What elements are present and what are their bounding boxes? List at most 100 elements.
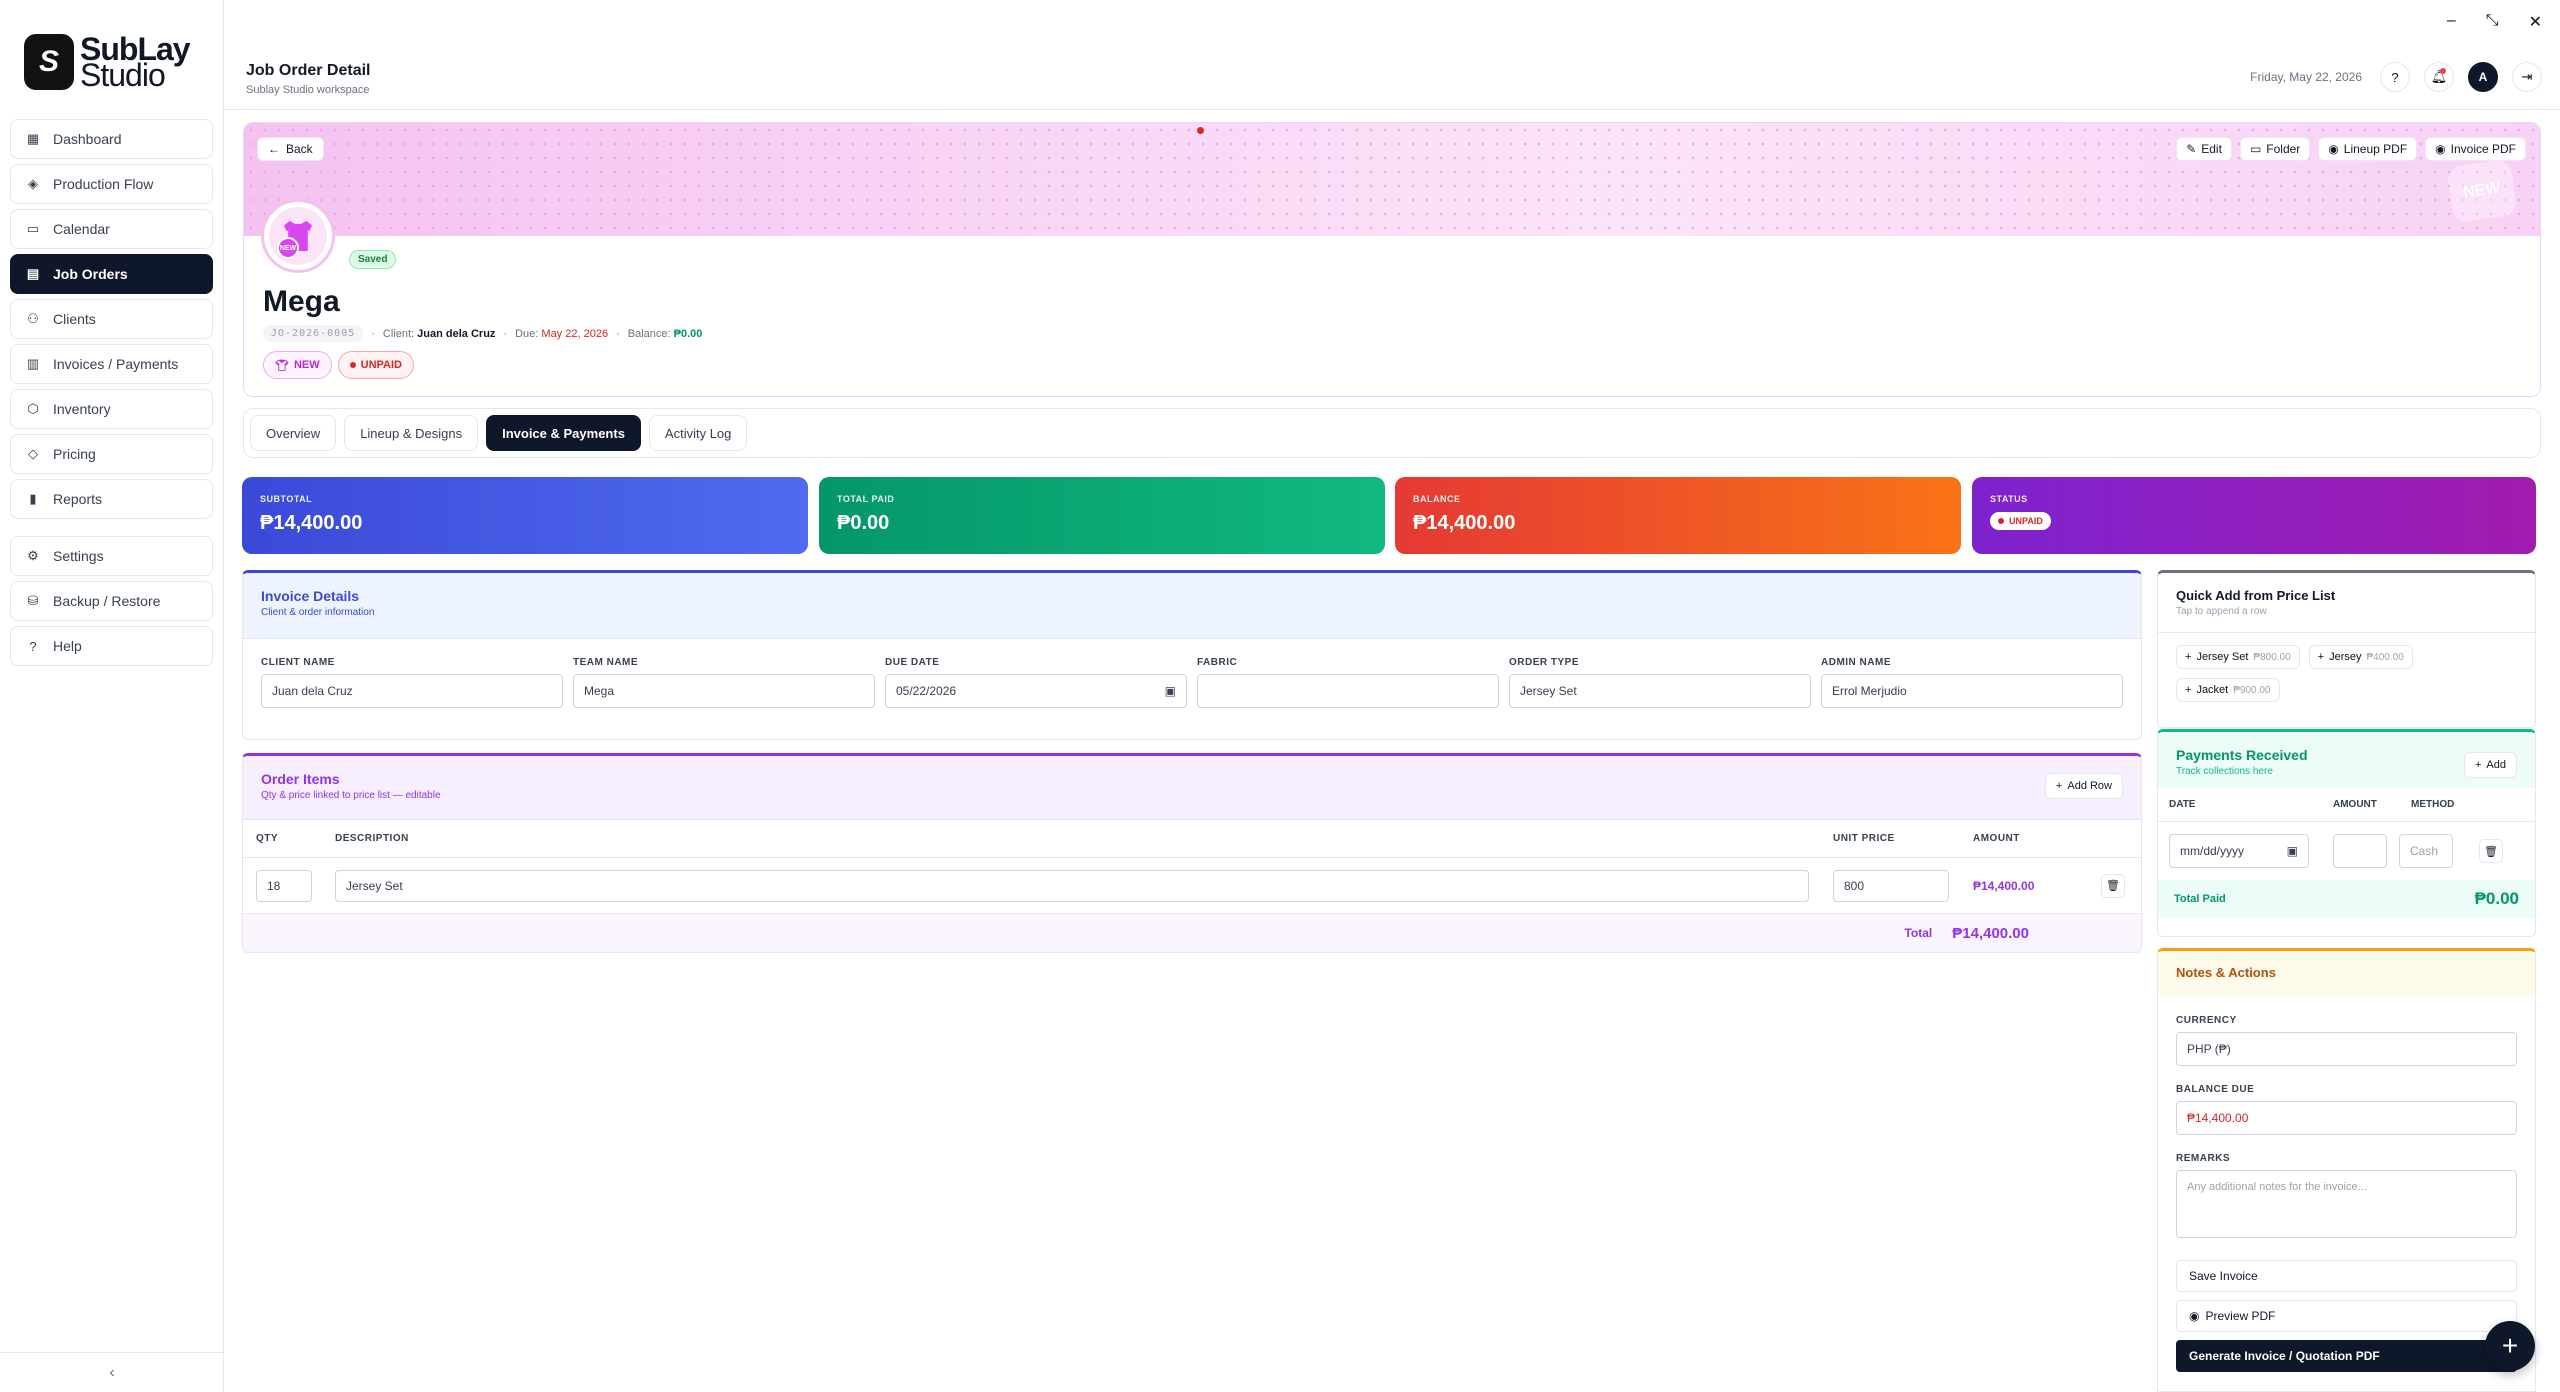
total-paid-card: TOTAL PAID ₱0.00 (819, 477, 1385, 554)
help-icon: ? (2391, 69, 2399, 85)
invoice-pdf-button[interactable]: ◉ Invoice PDF (2425, 137, 2526, 161)
add-row-button[interactable]: + Add Row (2044, 773, 2123, 799)
sidebar-item-clients[interactable]: ⚇ Clients (10, 299, 213, 339)
status-badge-unpaid[interactable]: UNPAID (337, 351, 414, 379)
users-icon: ⚇ (27, 311, 39, 326)
help-button[interactable]: ? (2380, 62, 2410, 92)
generate-pdf-button[interactable]: Generate Invoice / Quotation PDF (2176, 1340, 2517, 1372)
qty-input[interactable]: 18 (256, 869, 312, 902)
plus-icon: + (2055, 780, 2063, 792)
sidebar-item-label: Inventory (53, 401, 111, 417)
notifications-button[interactable]: 🔔︎ (2424, 62, 2454, 92)
close-icon[interactable]: ✕ (2529, 12, 2542, 32)
app-logo[interactable]: S SubLay Studio (24, 33, 191, 91)
topbar: – ⤡ ✕ Job Order Detail Sublay Studio wor… (224, 0, 2560, 110)
user-avatar[interactable]: A (2468, 62, 2498, 92)
tab-lineup-designs[interactable]: Lineup & Designs (344, 415, 479, 451)
gear-icon: ⚙ (27, 548, 39, 563)
saved-badge: Saved (349, 250, 397, 269)
quick-add-jersey-set[interactable]: + Jersey Set ₱800.00 (2176, 645, 2300, 669)
fabric-field[interactable] (1197, 674, 1499, 708)
logout-icon: ⇥ (2521, 69, 2533, 84)
balance-card: BALANCE ₱14,400.00 (1395, 477, 1961, 554)
due-date-field[interactable]: 05/22/2026 ▣ (885, 674, 1187, 708)
sidebar-item-label: Help (53, 638, 82, 654)
sidebar-item-dashboard[interactable]: ▦ Dashboard (10, 119, 213, 159)
eye-icon: ◉ (2435, 142, 2446, 156)
sidebar-item-label: Invoices / Payments (53, 356, 179, 372)
current-date: Friday, May 22, 2026 (2250, 70, 2362, 84)
sidebar-item-label: Dashboard (53, 131, 122, 147)
payment-method-input[interactable]: Cash (2399, 834, 2453, 868)
sidebar: S SubLay Studio ▦ Dashboard ◈ Production F… (0, 0, 224, 1392)
sidebar-item-label: Job Orders (53, 266, 128, 282)
invoice-details-card: Invoice Details Client & order informati… (242, 570, 2142, 740)
status-badge-new[interactable]: 👕︎ NEW (263, 351, 332, 379)
logout-button[interactable]: ⇥ (2512, 62, 2542, 92)
tab-overview[interactable]: Overview (250, 415, 337, 451)
add-payment-button[interactable]: + Add (2463, 752, 2517, 778)
folder-button[interactable]: ▭ Folder (2239, 137, 2311, 161)
sidebar-item-pricing[interactable]: ◇ Pricing (10, 434, 213, 474)
sidebar-item-backup[interactable]: ⛁ Backup / Restore (10, 581, 213, 621)
detail-tabs: Overview Lineup & Designs Invoice & Paym… (243, 408, 2541, 458)
eye-icon: ◉ (2189, 1309, 2200, 1323)
admin-name-field[interactable]: Errol Merjudio (1821, 674, 2123, 708)
grid-icon: ▦ (26, 131, 40, 146)
balance-card-value: ₱14,400.00 (1413, 512, 1516, 534)
sidebar-collapse-button[interactable]: ‹ (0, 1352, 224, 1392)
unit-price-input[interactable]: 800 (1833, 869, 1949, 902)
preview-pdf-button[interactable]: ◉ Preview PDF (2176, 1300, 2517, 1332)
payment-date-input[interactable]: mm/dd/yyyy ▣ (2169, 834, 2309, 868)
client-name-field[interactable]: Juan dela Cruz (261, 674, 563, 708)
job-title: Mega (263, 285, 340, 318)
remarks-textarea[interactable]: Any additional notes for the invoice... (2176, 1170, 2517, 1238)
sidebar-item-help[interactable]: ? Help (10, 626, 213, 666)
order-total: Total ₱14,400.00 (243, 914, 2141, 952)
calendar-icon: ▣ (2286, 844, 2298, 858)
calendar-icon[interactable]: ▣ (1165, 684, 1176, 698)
sidebar-item-calendar[interactable]: ▭ Calendar (10, 209, 213, 249)
sidebar-item-production-flow[interactable]: ◈ Production Flow (10, 164, 213, 204)
order-type-field[interactable]: Jersey Set (1509, 674, 1811, 708)
back-button[interactable]: ← Back (257, 137, 324, 161)
balance-due-field[interactable]: ₱14,400.00 (2176, 1101, 2517, 1135)
quick-add-jersey[interactable]: + Jersey ₱400.00 (2308, 645, 2413, 669)
team-name-field[interactable]: Mega (573, 674, 875, 708)
database-icon: ⛁ (27, 593, 39, 608)
folder-icon: ▭ (2249, 142, 2262, 156)
quick-add-jacket[interactable]: + Jacket ₱900.00 (2176, 678, 2280, 702)
page-title: Job Order Detail (246, 62, 371, 79)
currency-field[interactable]: PHP (₱) (2176, 1032, 2517, 1066)
total-paid-value: ₱0.00 (837, 512, 890, 534)
order-items-title: Order Items (261, 771, 340, 787)
delete-row-button[interactable]: 🗑︎ (2101, 873, 2125, 898)
status-pills: 👕︎ NEW UNPAID (263, 351, 414, 379)
sidebar-item-label: Reports (53, 491, 103, 507)
help-icon: ? (29, 638, 37, 654)
sidebar-item-settings[interactable]: ⚙ Settings (10, 536, 213, 576)
restore-icon[interactable]: ⤡ (2486, 12, 2499, 32)
jersey-icon: 👕︎ (275, 359, 289, 372)
payment-amount-input[interactable] (2333, 834, 2387, 868)
subtotal-card: SUBTOTAL ₱14,400.00 (242, 477, 808, 554)
description-input[interactable]: Jersey Set (335, 869, 1809, 902)
save-invoice-button[interactable]: Save Invoice (2176, 1260, 2517, 1292)
sidebar-item-reports[interactable]: ▮ Reports (10, 479, 213, 519)
subtotal-value: ₱14,400.00 (260, 512, 363, 534)
sidebar-item-job-orders[interactable]: ▤ Job Orders (10, 254, 213, 294)
tab-invoice-payments[interactable]: Invoice & Payments (486, 415, 641, 451)
sidebar-item-inventory[interactable]: ⬡ Inventory (10, 389, 213, 429)
lineup-pdf-button[interactable]: ◉ Lineup PDF (2318, 137, 2418, 161)
order-total-value: ₱14,400.00 (1952, 924, 2029, 942)
floating-add-button[interactable]: + (2485, 1321, 2535, 1371)
delete-payment-button[interactable]: 🗑︎ (2479, 839, 2503, 863)
job-meta: JO-2026-0005 · Client: Juan dela Cruz · … (263, 325, 702, 342)
tab-activity-log[interactable]: Activity Log (648, 415, 748, 451)
job-order-header: ← Back ✎ Edit ▭ Folder ◉ Lineup PDF ◉ Invoice… (243, 122, 2541, 397)
layers-icon: ◈ (28, 176, 38, 191)
trash-icon: 🗑︎ (2106, 880, 2120, 892)
sidebar-item-invoices[interactable]: ▥ Invoices / Payments (10, 344, 213, 384)
minimize-icon[interactable]: – (2447, 12, 2456, 32)
edit-button[interactable]: ✎ Edit (2176, 137, 2232, 161)
